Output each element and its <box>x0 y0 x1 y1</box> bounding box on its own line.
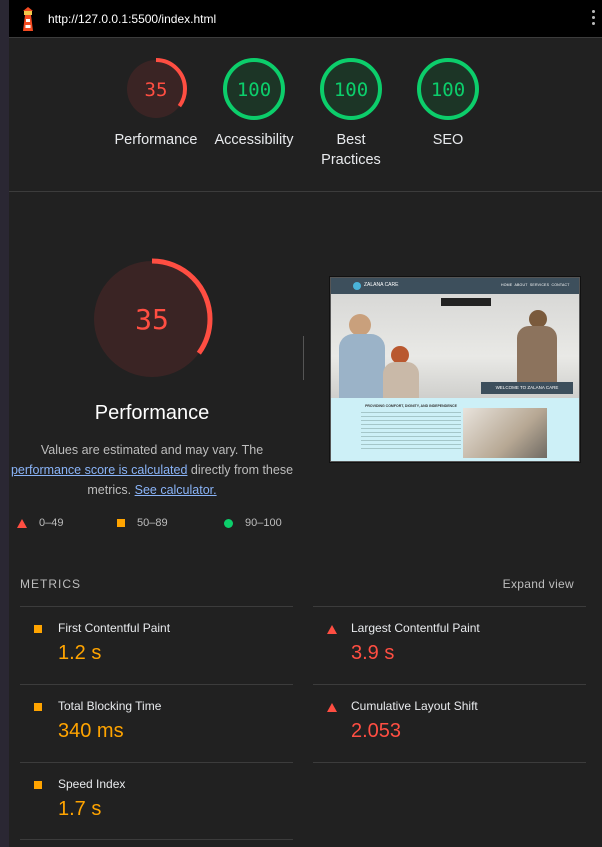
square-icon <box>117 519 125 528</box>
thumb-banner: WELCOME TO ZALANA CARE <box>481 382 573 394</box>
section-divider <box>9 191 602 192</box>
legend-range: 50–89 <box>137 517 168 529</box>
thumb-content: PROVIDING COMFORT, DIGNITY, AND INDEPEND… <box>331 398 579 461</box>
gauge-best-practices[interactable]: 100 Best Practices <box>299 57 403 170</box>
triangle-icon <box>327 703 337 712</box>
thumb-logo-icon <box>353 282 361 290</box>
gauge-ring-best-practices: 100 <box>320 58 382 120</box>
thumb-person <box>349 314 371 336</box>
legend-range: 0–49 <box>39 517 64 529</box>
metric-value: 1.7 s <box>58 798 102 820</box>
gauge-label: Performance <box>114 132 198 148</box>
desc-text: Values are estimated and may vary. The <box>40 443 264 457</box>
thumb-navbar: ZALANA CARE HOME ABOUT SERVICES CONTACT <box>331 278 579 294</box>
thumb-paragraph <box>361 412 461 452</box>
thumb-nav: HOME ABOUT SERVICES CONTACT <box>501 283 570 287</box>
thumb-hero-image: WELCOME TO ZALANA CARE <box>331 294 579 398</box>
see-calculator-link[interactable]: See calculator. <box>135 483 217 497</box>
metric-total-blocking-time: Total Blocking Time 340 ms <box>20 684 293 762</box>
metrics-title: METRICS <box>20 577 81 591</box>
legend-fail: 0–49 <box>17 517 63 529</box>
circle-icon <box>224 518 233 528</box>
metric-value: 3.9 s <box>351 642 395 664</box>
thumb-nav-item: ABOUT <box>514 283 528 287</box>
thumb-nav-item: HOME <box>501 283 513 287</box>
lighthouse-icon <box>23 7 33 31</box>
metric-name: Total Blocking Time <box>58 699 162 713</box>
square-icon <box>34 625 42 633</box>
gauge-ring-accessibility: 100 <box>223 58 285 120</box>
square-icon <box>34 781 42 789</box>
gauge-score: 100 <box>431 79 465 101</box>
triangle-icon <box>327 625 337 634</box>
thumb-person <box>517 326 557 382</box>
metric-value: 1.2 s <box>58 642 102 664</box>
expand-view-button[interactable]: Expand view <box>503 577 574 591</box>
metric-value: 2.053 <box>351 720 402 742</box>
gauge-seo[interactable]: 100 SEO <box>396 57 500 150</box>
performance-gauge: 35 <box>91 258 213 380</box>
gauge-score: 35 <box>145 79 168 101</box>
metric-first-contentful-paint: First Contentful Paint 1.2 s <box>20 606 293 684</box>
thumb-section-title: PROVIDING COMFORT, DIGNITY, AND INDEPEND… <box>365 404 457 408</box>
triangle-icon <box>17 518 27 528</box>
gauge-label: Best Practices <box>321 132 381 168</box>
more-vert-icon[interactable] <box>590 10 596 28</box>
legend-range: 90–100 <box>245 517 282 529</box>
metric-largest-contentful-paint: Largest Contentful Paint 3.9 s <box>313 606 586 684</box>
lighthouse-report: http://127.0.0.1:5500/index.html 35 Perf… <box>9 0 602 847</box>
performance-description: Values are estimated and may vary. The p… <box>9 440 295 500</box>
gauge-performance[interactable]: 35 Performance <box>104 57 208 150</box>
thumb-nav-item: CONTACT <box>551 283 570 287</box>
thumb-person <box>383 362 419 398</box>
gauge-accessibility[interactable]: 100 Accessibility <box>202 57 306 150</box>
metric-cumulative-layout-shift: Cumulative Layout Shift 2.053 <box>313 684 586 763</box>
legend-pass: 90–100 <box>224 517 282 529</box>
gauge-ring-seo: 100 <box>417 58 479 120</box>
metric-value: 340 ms <box>58 720 124 742</box>
page-screenshot[interactable]: ZALANA CARE HOME ABOUT SERVICES CONTACT … <box>330 277 580 462</box>
performance-score-link[interactable]: performance score is calculated <box>11 463 187 477</box>
gauge-label: SEO <box>432 132 464 148</box>
gauge-label: Accessibility <box>214 132 294 148</box>
thumb-nav-item: SERVICES <box>529 283 550 287</box>
gauge-score: 100 <box>237 79 271 101</box>
vertical-separator <box>303 336 304 380</box>
performance-score: 35 <box>135 303 169 336</box>
gauge-score: 100 <box>334 79 368 101</box>
performance-title: Performance <box>94 402 210 424</box>
top-bar: http://127.0.0.1:5500/index.html <box>9 0 602 38</box>
metric-name: Speed Index <box>58 777 126 791</box>
metric-speed-index: Speed Index 1.7 s <box>20 762 293 840</box>
square-icon <box>34 703 42 711</box>
thumb-hood <box>441 298 491 306</box>
metric-name: First Contentful Paint <box>58 621 171 635</box>
thumb-brand: ZALANA CARE <box>364 282 399 288</box>
metric-name: Cumulative Layout Shift <box>351 699 478 713</box>
thumb-person <box>339 334 385 398</box>
metric-name: Largest Contentful Paint <box>351 621 480 635</box>
gauge-ring-performance: 35 <box>125 58 187 120</box>
thumb-photo <box>463 408 547 458</box>
legend-average: 50–89 <box>117 517 168 529</box>
page-url: http://127.0.0.1:5500/index.html <box>48 12 217 26</box>
